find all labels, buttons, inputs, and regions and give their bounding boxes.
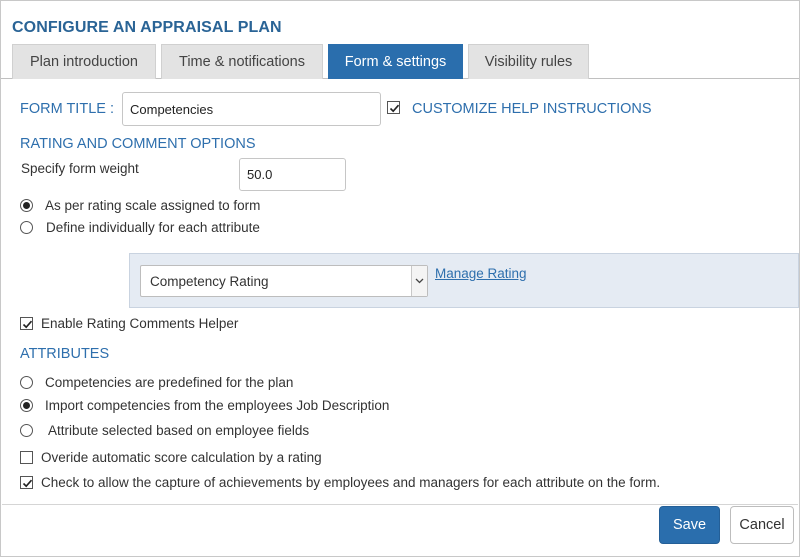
override-score-checkbox[interactable] [20, 451, 33, 464]
rating-scale-form-label[interactable]: As per rating scale assigned to form [45, 198, 260, 213]
comments-helper-checkbox[interactable] [20, 317, 33, 330]
rating-individual-label[interactable]: Define individually for each attribute [46, 220, 260, 235]
manage-rating-link[interactable]: Manage Rating [435, 266, 527, 281]
rating-section-heading: RATING AND COMMENT OPTIONS [20, 136, 256, 152]
attr-job-description-label[interactable]: Import competencies from the employees J… [45, 398, 389, 413]
override-score-label[interactable]: Overide automatic score calculation by a… [41, 450, 322, 465]
attributes-heading: ATTRIBUTES [20, 346, 110, 362]
cancel-button[interactable]: Cancel [730, 506, 794, 544]
attr-employee-fields-radio[interactable] [20, 424, 33, 437]
customize-help-label[interactable]: CUSTOMIZE HELP INSTRUCTIONS [412, 101, 652, 117]
comments-helper-label[interactable]: Enable Rating Comments Helper [41, 316, 238, 331]
rating-scale-select[interactable]: Competency Rating [140, 265, 428, 297]
attr-employee-fields-label[interactable]: Attribute selected based on employee fie… [45, 423, 309, 438]
chevron-down-icon[interactable] [411, 266, 427, 296]
tab-time-notifications[interactable]: Time & notifications [161, 44, 323, 79]
checkmark-icon [22, 479, 33, 488]
form-weight-label: Specify form weight [21, 161, 139, 176]
rating-individual-radio[interactable] [20, 221, 33, 234]
footer-divider [2, 504, 798, 505]
form-title-label: FORM TITLE : [20, 101, 114, 117]
customize-help-checkbox[interactable] [387, 101, 400, 114]
save-button[interactable]: Save [659, 506, 720, 544]
tab-form-settings[interactable]: Form & settings [328, 44, 463, 79]
achievements-label[interactable]: Check to allow the capture of achievemen… [41, 475, 660, 490]
achievements-checkbox[interactable] [20, 476, 33, 489]
checkmark-icon [22, 320, 33, 329]
checkmark-icon [389, 104, 400, 113]
attr-predefined-radio[interactable] [20, 376, 33, 389]
tab-plan-introduction[interactable]: Plan introduction [12, 44, 156, 79]
tab-visibility-rules[interactable]: Visibility rules [468, 44, 589, 79]
attr-job-description-radio[interactable] [20, 399, 33, 412]
form-weight-input[interactable] [239, 158, 346, 191]
form-title-input[interactable] [122, 92, 381, 126]
rating-scale-select-value: Competency Rating [150, 273, 269, 289]
attr-predefined-label[interactable]: Competencies are predefined for the plan [45, 375, 293, 390]
appraisal-plan-window: CONFIGURE AN APPRAISAL PLAN Plan introdu… [0, 0, 800, 557]
rating-scale-form-radio[interactable] [20, 199, 33, 212]
page-title: CONFIGURE AN APPRAISAL PLAN [12, 19, 282, 36]
